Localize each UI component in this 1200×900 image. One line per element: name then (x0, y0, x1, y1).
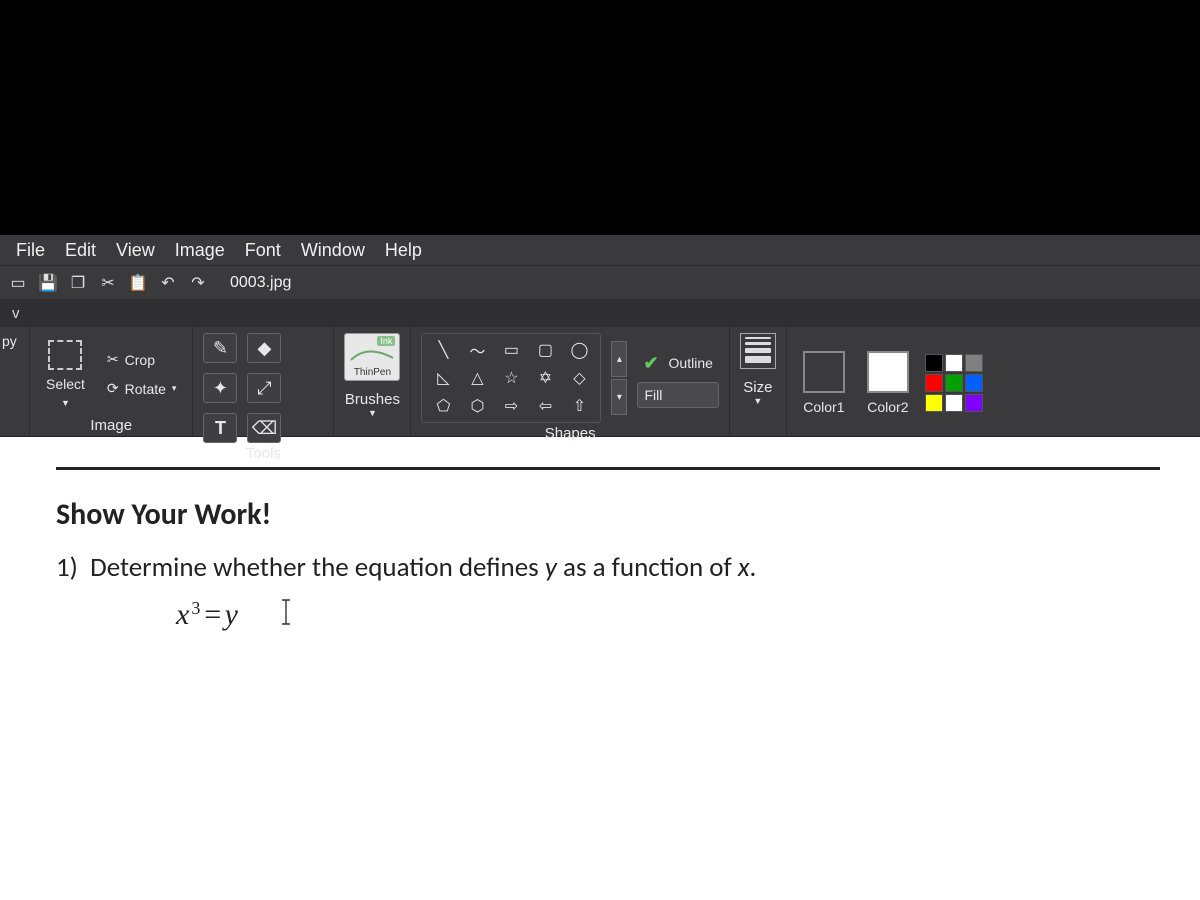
shapes-scroller[interactable]: ▴ ▾ (611, 341, 627, 415)
palette-swatch[interactable] (965, 394, 983, 412)
text-cursor-icon (280, 598, 290, 634)
shape-arrow-right-icon[interactable]: ⇨ (496, 394, 526, 418)
menu-help[interactable]: Help (375, 236, 432, 265)
shape-rtriangle-icon[interactable]: ◺ (428, 366, 458, 390)
undo-icon[interactable]: ↶ (156, 271, 180, 295)
spray-tool-icon[interactable]: ✦ (203, 373, 237, 403)
brushes-label[interactable]: Brushes ▼ (345, 391, 400, 418)
shape-pentagon-icon[interactable]: ⬠ (428, 394, 458, 418)
crop-button[interactable]: ✂ Crop (101, 347, 183, 372)
image-group-label: Image (40, 415, 182, 434)
ribbon-tabs: v (0, 299, 1200, 327)
quick-access-toolbar: ▭ 💾 ❐ ✂ 📋 ↶ ↷ 0003.jpg (0, 265, 1200, 299)
shape-rect-icon[interactable]: ▭ (496, 338, 526, 362)
brush-preset-thinpen[interactable]: Ink ThinPen (344, 333, 400, 381)
copy-icon[interactable]: ❐ (66, 271, 90, 295)
color-palette[interactable] (925, 354, 983, 412)
scroll-down-icon[interactable]: ▾ (611, 379, 627, 415)
rotate-button[interactable]: ⟳ Rotate ▾ (101, 376, 183, 401)
menu-font[interactable]: Font (235, 236, 291, 265)
tools-group-label: Tools (203, 443, 323, 462)
shape-arrow-left-icon[interactable]: ⇦ (530, 394, 560, 418)
eraser-tool-icon[interactable]: ⌫ (247, 413, 281, 443)
palette-swatch[interactable] (945, 374, 963, 392)
size-group: Size ▼ (730, 327, 787, 436)
check-icon: ✔ (643, 353, 658, 374)
scroll-up-icon[interactable]: ▴ (611, 341, 627, 377)
menu-view[interactable]: View (106, 236, 165, 265)
document-canvas[interactable]: Show Your Work! 1) Determine whether the… (0, 437, 1200, 900)
paste-icon[interactable]: 📋 (126, 271, 150, 295)
color2-button[interactable]: Color2 (861, 347, 915, 419)
crop-icon: ✂ (107, 351, 119, 368)
cut-icon[interactable]: ✂ (96, 271, 120, 295)
palette-swatch[interactable] (925, 354, 943, 372)
horizontal-rule (56, 467, 1160, 470)
fill-button[interactable]: Fill (637, 382, 718, 408)
palette-swatch[interactable] (925, 394, 943, 412)
menu-edit[interactable]: Edit (55, 236, 106, 265)
size-button[interactable] (740, 333, 776, 369)
shape-diamond-icon[interactable]: ◇ (564, 366, 594, 390)
image-group: Select ▼ ✂ Crop ⟳ Rotate ▾ Image (30, 327, 193, 436)
size-label: Size ▼ (743, 379, 772, 406)
menu-file[interactable]: File (6, 236, 55, 265)
select-button[interactable]: Select ▼ (40, 336, 91, 412)
menu-bar: File Edit View Image Font Window Help (0, 235, 1200, 265)
clipboard-copy-fragment[interactable]: py (2, 333, 17, 349)
fill-tool-icon[interactable]: ◆ (247, 333, 281, 363)
ribbon-tab-fragment[interactable]: v (4, 301, 28, 326)
monitor-bezel (0, 0, 1200, 235)
page-heading: Show Your Work! (56, 496, 1160, 533)
new-icon[interactable]: ▭ (6, 271, 30, 295)
outline-button[interactable]: ✔ Outline (637, 349, 718, 378)
clipboard-group-label (2, 432, 19, 434)
ribbon: py Select ▼ ✂ Crop ⟳ Rotate ▾ (0, 327, 1200, 437)
color1-swatch (803, 351, 845, 393)
question-line: 1) Determine whether the equation define… (56, 551, 1160, 584)
shape-roundrect-icon[interactable]: ▢ (530, 338, 560, 362)
shape-hexagon-icon[interactable]: ⬡ (462, 394, 492, 418)
brushes-group: Ink ThinPen Brushes ▼ (334, 327, 411, 436)
save-icon[interactable]: 💾 (36, 271, 60, 295)
picker-tool-icon[interactable]: ⤢ (247, 373, 281, 403)
color2-swatch (867, 351, 909, 393)
shape-star6-icon[interactable]: ✡ (530, 366, 560, 390)
tools-group: ✎ ◆ ✦ ⤢ T ⌫ Tools (193, 327, 334, 436)
palette-swatch[interactable] (965, 354, 983, 372)
shape-curve-icon[interactable]: 〜 (462, 338, 492, 362)
shapes-group-label: Shapes (421, 423, 718, 442)
palette-swatch[interactable] (965, 374, 983, 392)
redo-icon[interactable]: ↷ (186, 271, 210, 295)
question-number: 1) (56, 551, 78, 584)
palette-swatch[interactable] (925, 374, 943, 392)
shapes-group: ╲ 〜 ▭ ▢ ◯ ◺ △ ☆ ✡ ◇ ⬠ ⬡ ⇨ ⇦ ⇧ ▴ ▾ (411, 327, 729, 436)
shapes-gallery[interactable]: ╲ 〜 ▭ ▢ ◯ ◺ △ ☆ ✡ ◇ ⬠ ⬡ ⇨ ⇦ ⇧ (421, 333, 601, 423)
palette-swatch[interactable] (945, 394, 963, 412)
colors-group: Color1 Color2 (787, 327, 993, 436)
menu-image[interactable]: Image (165, 236, 235, 265)
shape-ellipse-icon[interactable]: ◯ (564, 338, 594, 362)
document-filename: 0003.jpg (230, 274, 291, 292)
equation: x3 = y (176, 598, 1160, 634)
palette-swatch[interactable] (945, 354, 963, 372)
text-tool-icon[interactable]: T (203, 413, 237, 443)
pencil-tool-icon[interactable]: ✎ (203, 333, 237, 363)
shape-star5-icon[interactable]: ☆ (496, 366, 526, 390)
shape-triangle-icon[interactable]: △ (462, 366, 492, 390)
color1-button[interactable]: Color1 (797, 347, 851, 419)
menu-window[interactable]: Window (291, 236, 375, 265)
shape-line-icon[interactable]: ╲ (428, 338, 458, 362)
shape-arrow-up-icon[interactable]: ⇧ (564, 394, 594, 418)
rotate-icon: ⟳ (107, 380, 119, 397)
